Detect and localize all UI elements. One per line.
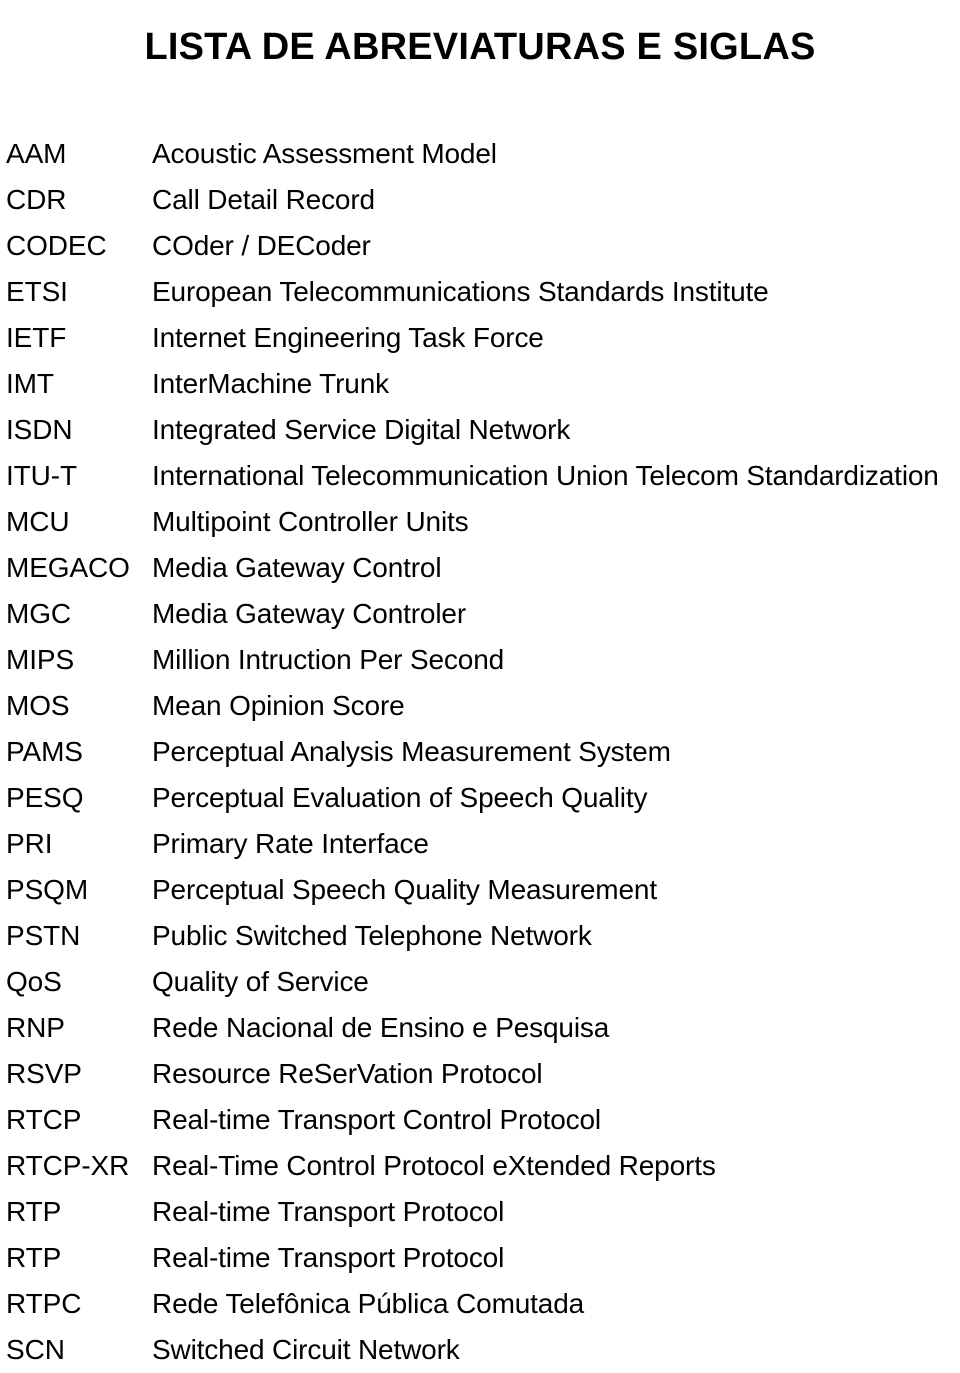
abbreviation-term: MGC [6,598,72,629]
abbreviation-term: QoS [6,966,62,997]
abbreviation-term: CDR [6,184,67,215]
abbreviation-definition: Primary Rate Interface [152,828,429,859]
abbreviation-definition: Integrated Service Digital Network [152,414,571,445]
abbreviation-definition: Media Gateway Controler [152,598,467,629]
abbreviation-definition: Million Intruction Per Second [152,644,505,675]
abbreviation-definition: Rede Telefônica Pública Comutada [152,1288,585,1319]
abbreviation-row: CODEC COder / DECoder [0,223,960,269]
abbreviation-definition: Internet Engineering Task Force [152,322,544,353]
abbreviation-row: IETF Internet Engineering Task Force [0,315,960,361]
abbreviation-definition: Mean Opinion Score [152,690,405,721]
document-page: LISTA DE ABREVIATURAS E SIGLAS AAM Acoust… [0,0,960,1365]
abbreviation-row: ISDN Integrated Service Digital Network [0,407,960,453]
abbreviation-list: AAM Acoustic Assessment Model CDR Call Deta… [0,131,960,1373]
abbreviation-row: PESQ Perceptual Evaluation of Speech Qual… [0,775,960,821]
abbreviation-definition: Public Switched Telephone Network [152,920,592,951]
abbreviation-row: ITU-T International Telecommunication Uni… [0,453,960,499]
abbreviation-term: RTCP [6,1104,82,1135]
abbreviation-row: PSTN Public Switched Telephone Network [0,913,960,959]
abbreviation-term: IETF [6,322,67,353]
abbreviation-definition: Real-time Transport Protocol [152,1242,505,1273]
abbreviation-row: PRI Primary Rate Interface [0,821,960,867]
abbreviation-term: RTPC [6,1288,82,1319]
abbreviation-row: MIPS Million Intruction Per Second [0,637,960,683]
abbreviation-definition: Rede Nacional de Ensino e Pesquisa [152,1012,610,1043]
abbreviation-definition: Real-time Transport Protocol [152,1196,505,1227]
abbreviation-row: MCU Multipoint Controller Units [0,499,960,545]
abbreviation-definition: COder / DECoder [152,230,371,261]
abbreviation-row: PSQM Perceptual Speech Quality Measuremen… [0,867,960,913]
abbreviation-term: PSTN [6,920,81,951]
abbreviation-row: MGC Media Gateway Controler [0,591,960,637]
abbreviation-row: PAMS Perceptual Analysis Measurement Syst… [0,729,960,775]
abbreviation-definition: Perceptual Analysis Measurement System [152,736,671,767]
abbreviation-definition: International Telecommunication Union Te… [152,460,939,491]
abbreviation-term: MEGACO [6,552,130,583]
abbreviation-row: RTP Real-time Transport Protocol [0,1189,960,1235]
abbreviation-definition: Multipoint Controller Units [152,506,469,537]
abbreviation-term: MOS [6,690,70,721]
abbreviation-definition: Real-Time Control Protocol eXtended Repo… [152,1150,716,1181]
abbreviation-row: RTP Real-time Transport Protocol [0,1235,960,1281]
abbreviation-row: RTCP Real-time Transport Control Protocol [0,1097,960,1143]
abbreviation-term: RSVP [6,1058,82,1089]
abbreviation-term: RTP [6,1242,62,1273]
abbreviation-definition: Call Detail Record [152,184,375,215]
abbreviation-term: PSQM [6,874,89,905]
abbreviation-term: ISDN [6,414,73,445]
abbreviation-term: ETSI [6,276,68,307]
abbreviation-term: AAM [6,138,67,169]
abbreviation-definition: Media Gateway Control [152,552,442,583]
abbreviation-term: RTP [6,1196,62,1227]
abbreviation-definition: Resource ReSerVation Protocol [152,1058,543,1089]
abbreviation-row: ETSI European Telecommunications Standard… [0,269,960,315]
abbreviation-row: CDR Call Detail Record [0,177,960,223]
abbreviation-definition: European Telecommunications Standards In… [152,276,769,307]
abbreviation-definition: Switched Circuit Network [152,1334,460,1365]
abbreviation-definition: Quality of Service [152,966,369,997]
abbreviation-row: RTCP-XR Real-Time Control Protocol eXtend… [0,1143,960,1189]
abbreviation-row: MEGACO Media Gateway Control [0,545,960,591]
abbreviation-term: CODEC [6,230,107,261]
abbreviation-row: QoS Quality of Service [0,959,960,1005]
page-title: LISTA DE ABREVIATURAS E SIGLAS [144,26,816,69]
abbreviation-row: IMT InterMachine Trunk [0,361,960,407]
abbreviation-term: PRI [6,828,53,859]
abbreviation-term: MCU [6,506,70,537]
abbreviation-definition: Perceptual Evaluation of Speech Quality [152,782,648,813]
abbreviation-row: RTPC Rede Telefônica Pública Comutada [0,1281,960,1327]
abbreviation-definition: InterMachine Trunk [152,368,389,399]
abbreviation-row: RSVP Resource ReSerVation Protocol [0,1051,960,1097]
abbreviation-definition: Acoustic Assessment Model [152,138,497,169]
abbreviation-term: RNP [6,1012,65,1043]
abbreviation-row: SCN Switched Circuit Network [0,1327,960,1373]
abbreviation-term: PESQ [6,782,84,813]
abbreviation-row: RNP Rede Nacional de Ensino e Pesquisa [0,1005,960,1051]
abbreviation-row: MOS Mean Opinion Score [0,683,960,729]
abbreviation-term: RTCP-XR [6,1150,130,1181]
abbreviation-term: IMT [6,368,54,399]
abbreviation-term: ITU-T [6,460,78,491]
abbreviation-row: AAM Acoustic Assessment Model [0,131,960,177]
abbreviation-definition: Perceptual Speech Quality Measurement [152,874,657,905]
abbreviation-term: SCN [6,1334,65,1365]
abbreviation-term: MIPS [6,644,75,675]
abbreviation-definition: Real-time Transport Control Protocol [152,1104,601,1135]
abbreviation-term: PAMS [6,736,83,767]
